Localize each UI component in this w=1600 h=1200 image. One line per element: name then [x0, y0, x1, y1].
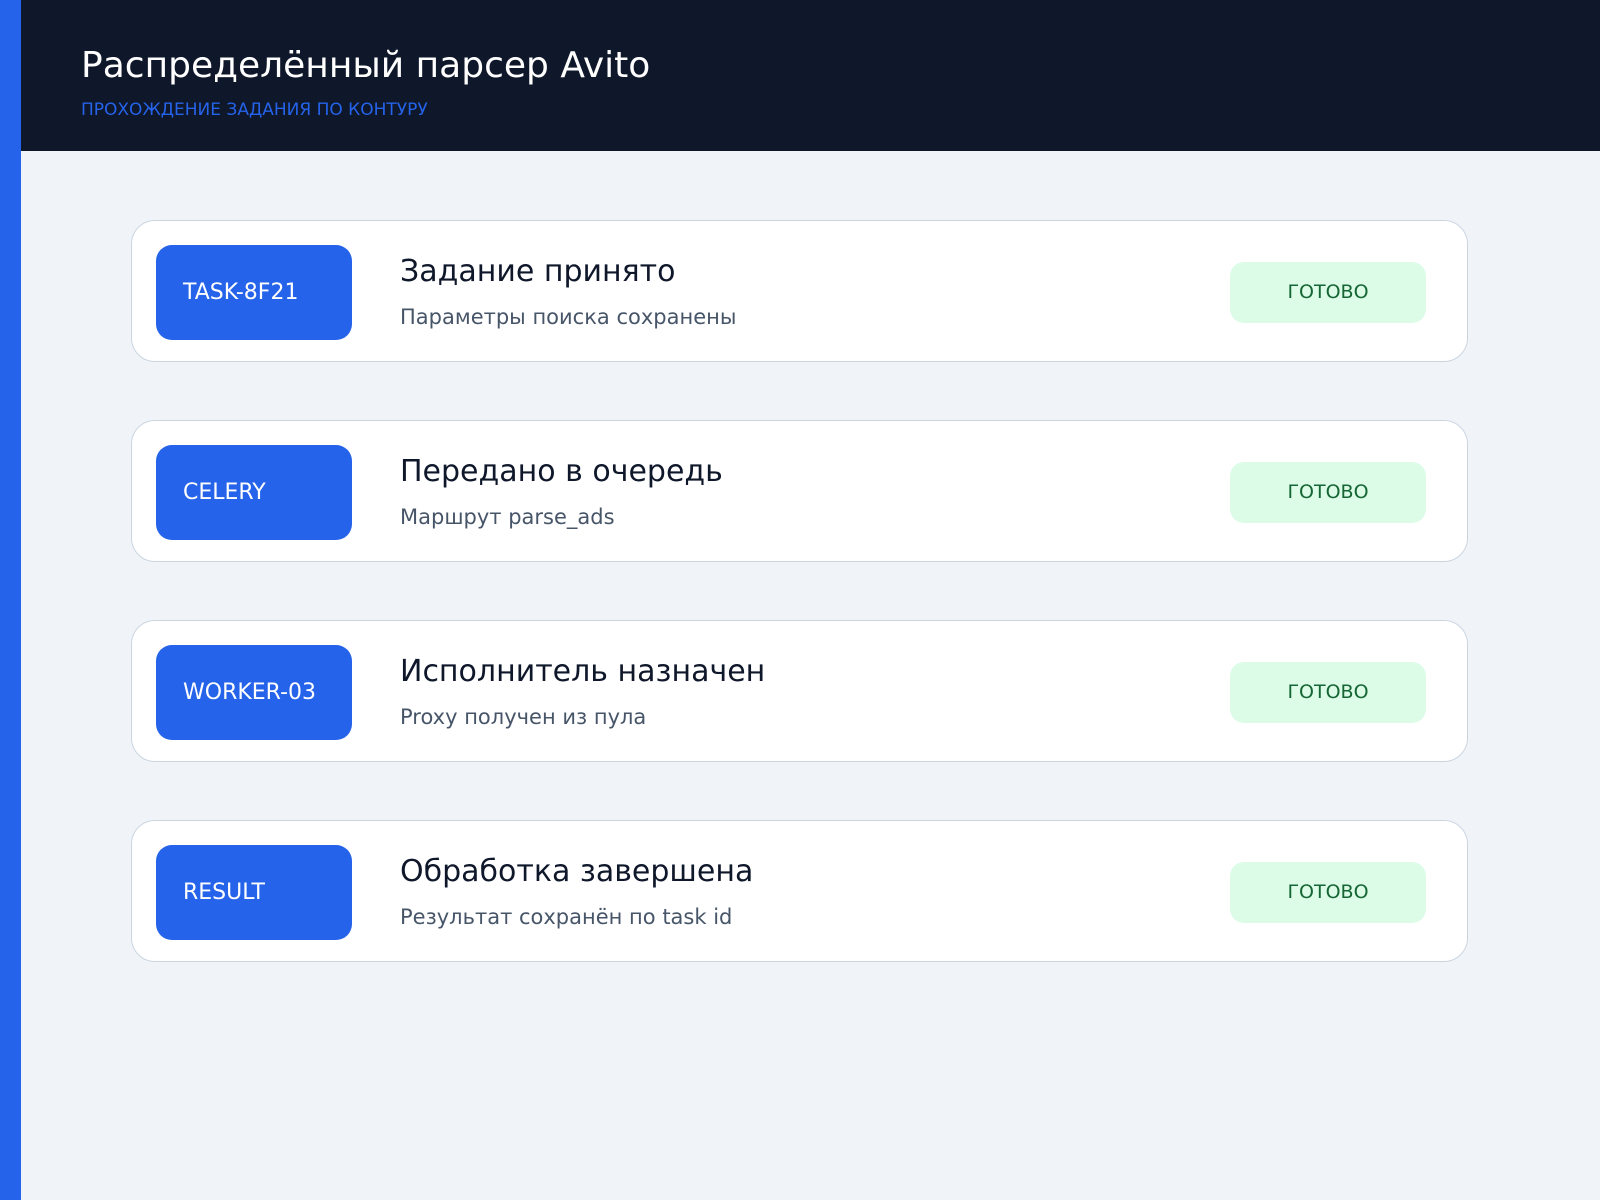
step-description: Proxy получен из пула: [400, 705, 647, 729]
step-tag: WORKER-03: [156, 645, 352, 740]
step-description: Параметры поиска сохранены: [400, 305, 737, 329]
step-description: Маршрут parse_ads: [400, 505, 615, 529]
pipeline-step-card: WORKER-03 Исполнитель назначен Proxy пол…: [131, 620, 1468, 762]
step-tag: RESULT: [156, 845, 352, 940]
pipeline-step-card: TASK-8F21 Задание принято Параметры поис…: [131, 220, 1468, 362]
page-subtitle: ПРОХОЖДЕНИЕ ЗАДАНИЯ ПО КОНТУРУ: [81, 100, 428, 120]
status-badge: ГОТОВО: [1230, 462, 1426, 523]
step-tag: CELERY: [156, 445, 352, 540]
page-header: Распределённый парсер Avito ПРОХОЖДЕНИЕ …: [21, 0, 1600, 151]
step-title: Задание принято: [400, 254, 676, 289]
status-badge: ГОТОВО: [1230, 262, 1426, 323]
pipeline-step-card: RESULT Обработка завершена Результат сох…: [131, 820, 1468, 962]
step-tag: TASK-8F21: [156, 245, 352, 340]
pipeline-step-card: CELERY Передано в очередь Маршрут parse_…: [131, 420, 1468, 562]
status-badge: ГОТОВО: [1230, 662, 1426, 723]
step-description: Результат сохранён по task id: [400, 905, 733, 929]
step-title: Исполнитель назначен: [400, 654, 766, 689]
step-title: Передано в очередь: [400, 454, 723, 489]
step-title: Обработка завершена: [400, 854, 754, 889]
page-title: Распределённый парсер Avito: [81, 45, 651, 86]
status-badge: ГОТОВО: [1230, 862, 1426, 923]
accent-strip: [0, 0, 21, 1200]
